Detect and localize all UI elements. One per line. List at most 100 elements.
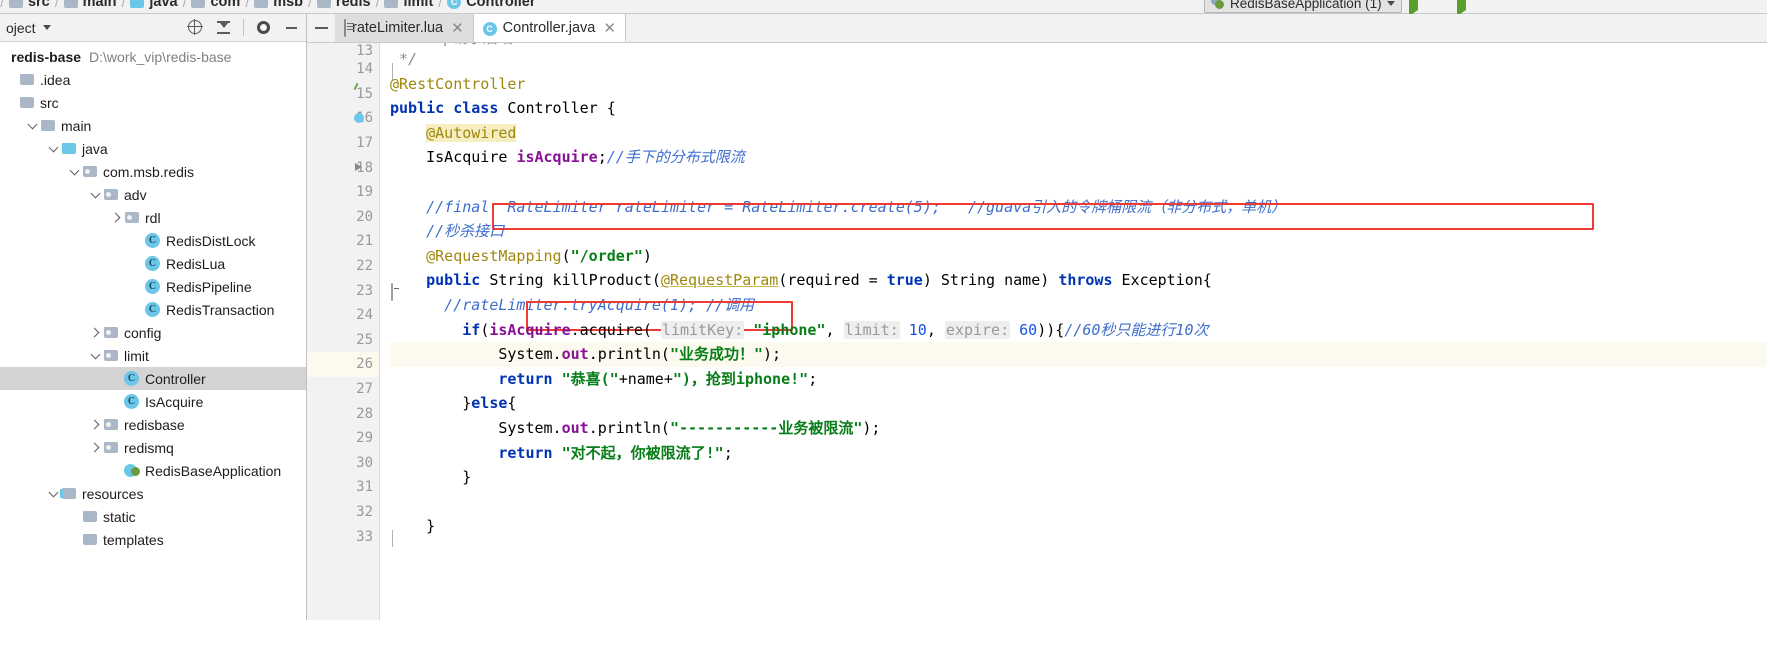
tree-item-main[interactable]: main bbox=[0, 114, 306, 137]
line-number-19[interactable]: 19 bbox=[307, 180, 379, 205]
line-number-16[interactable]: 16 bbox=[307, 106, 379, 131]
hide-tabs-button[interactable] bbox=[307, 14, 335, 42]
code-line-33[interactable]: } bbox=[390, 514, 1767, 539]
tree-item-redisdistlock[interactable]: C RedisDistLock bbox=[0, 229, 306, 252]
line-number-26[interactable]: 26 bbox=[307, 352, 379, 377]
tree-item-redisbaseapplication[interactable]: RedisBaseApplication bbox=[0, 459, 306, 482]
code-line-21[interactable]: //秒杀接口 bbox=[390, 219, 1767, 244]
line-number-21[interactable]: 21 bbox=[307, 229, 379, 254]
breadcrumb-item-controller[interactable]: C Controller bbox=[445, 0, 537, 10]
code-line-22[interactable]: @RequestMapping("/order") bbox=[390, 244, 1767, 269]
editor-tab-ratelimiter-lua[interactable]: rateLimiter.lua ✕ bbox=[335, 14, 474, 42]
chevron-right-icon[interactable] bbox=[88, 326, 102, 340]
code-line-23[interactable]: public String killProduct(@RequestParam(… bbox=[390, 268, 1767, 293]
line-number-24[interactable]: 24 bbox=[307, 303, 379, 328]
editor-tab-controller-java[interactable]: C Controller.java ✕ bbox=[473, 14, 626, 42]
chevron-down-icon[interactable] bbox=[88, 188, 102, 202]
tree-item-templates[interactable]: templates bbox=[0, 528, 306, 551]
spring-bean-icon[interactable] bbox=[349, 109, 367, 127]
code-line-16[interactable]: public class Controller { bbox=[390, 96, 1767, 121]
run-configuration-selector[interactable]: RedisBaseApplication (1) bbox=[1204, 0, 1402, 13]
debug-button[interactable] bbox=[1433, 0, 1450, 12]
line-number-33[interactable]: 33 bbox=[307, 524, 393, 549]
code-line-27[interactable]: return "恭喜("+name+")，抢到iphone!"; bbox=[390, 367, 1767, 392]
chevron-right-icon[interactable] bbox=[88, 418, 102, 432]
collapse-all-icon[interactable] bbox=[215, 19, 232, 36]
chevron-right-icon[interactable] bbox=[109, 211, 123, 225]
tree-item-redislua[interactable]: C RedisLua bbox=[0, 252, 306, 275]
tree-item-static[interactable]: static bbox=[0, 505, 306, 528]
line-number-14[interactable]: 14 bbox=[307, 57, 393, 82]
implements-icon[interactable] bbox=[349, 159, 367, 177]
line-number-23[interactable]: 23 bbox=[307, 278, 393, 303]
settings-gear-icon[interactable] bbox=[255, 19, 272, 36]
tree-item-redismq[interactable]: redismq bbox=[0, 436, 306, 459]
breadcrumb-item-main[interactable]: main bbox=[62, 0, 119, 10]
project-tree[interactable]: redis-base D:\work_vip\redis-base .idea s… bbox=[0, 42, 306, 646]
line-number-28[interactable]: 28 bbox=[307, 401, 379, 426]
tree-item-resources[interactable]: resources bbox=[0, 482, 306, 505]
chevron-down-icon[interactable] bbox=[88, 349, 102, 363]
stop-button[interactable] bbox=[1481, 0, 1498, 12]
chevron-down-icon[interactable] bbox=[46, 142, 60, 156]
tree-item-java[interactable]: java bbox=[0, 137, 306, 160]
tree-item-adv[interactable]: adv bbox=[0, 183, 306, 206]
code-line-30[interactable]: return "对不起，你被限流了!"; bbox=[390, 441, 1767, 466]
tree-item-redispipeline[interactable]: C RedisPipeline bbox=[0, 275, 306, 298]
chevron-down-icon[interactable] bbox=[25, 119, 39, 133]
tree-item-limit[interactable]: limit bbox=[0, 344, 306, 367]
chevron-down-icon[interactable] bbox=[67, 165, 81, 179]
line-number-17[interactable]: 17 bbox=[307, 131, 379, 156]
line-number-22[interactable]: 22 bbox=[307, 254, 379, 279]
code-line-24[interactable]: //rateLimiter.tryAcquire(1); //调用 bbox=[390, 293, 1767, 318]
line-number-27[interactable]: 27 bbox=[307, 377, 379, 402]
code-line-26[interactable]: System.out.println("业务成功！"); bbox=[390, 342, 1767, 367]
line-number-gutter[interactable]: 13 14 15 16 17 18 19 20 21 22 23 24 25 26 27 28 29 30 31 32… bbox=[307, 43, 393, 620]
close-icon[interactable]: ✕ bbox=[603, 19, 616, 37]
code-editor[interactable]: 13 14 15 16 17 18 19 20 21 22 23 24 25 26 27 28 29 30 31 32… bbox=[307, 43, 1767, 620]
breadcrumb-item-src[interactable]: src bbox=[7, 0, 52, 10]
tree-item--idea[interactable]: .idea bbox=[0, 68, 306, 91]
line-number-13[interactable]: 13 bbox=[307, 43, 379, 59]
tree-item-redisbase[interactable]: redisbase bbox=[0, 413, 306, 436]
code-line-31[interactable]: } bbox=[390, 465, 1767, 490]
chevron-down-icon[interactable] bbox=[46, 487, 60, 501]
tree-root-row[interactable]: redis-base D:\work_vip\redis-base bbox=[0, 45, 306, 68]
breadcrumb-item-java[interactable]: java bbox=[128, 0, 179, 10]
run-coverage-button[interactable] bbox=[1456, 0, 1474, 14]
run-arrow-down-icon[interactable] bbox=[1180, 0, 1197, 12]
breadcrumb[interactable]: base/src/main/java/com/msb/redis/limit/C… bbox=[0, 0, 537, 13]
tree-item-controller[interactable]: C Controller bbox=[0, 367, 306, 390]
code-line-20[interactable]: //final RateLimiter rateLimiter = RateLi… bbox=[390, 195, 1767, 220]
code-line-32[interactable] bbox=[390, 490, 1767, 515]
tree-item-config[interactable]: config bbox=[0, 321, 306, 344]
breadcrumb-item-com[interactable]: com bbox=[189, 0, 242, 10]
code-line-28[interactable]: }else{ bbox=[390, 391, 1767, 416]
line-number-29[interactable]: 29 bbox=[307, 426, 379, 451]
code-line-18[interactable]: IsAcquire isAcquire;//手下的分布式限流 bbox=[390, 145, 1767, 170]
code-line-17[interactable]: @Autowired bbox=[390, 121, 1767, 146]
tree-item-redistransaction[interactable]: C RedisTransaction bbox=[0, 298, 306, 321]
tree-item-rdl[interactable]: rdl bbox=[0, 206, 306, 229]
line-number-32[interactable]: 32 bbox=[307, 500, 379, 525]
line-number-31[interactable]: 31 bbox=[307, 475, 379, 500]
breadcrumb-item-limit[interactable]: limit bbox=[382, 0, 435, 10]
code-line-15[interactable]: @RestController bbox=[390, 72, 1767, 97]
code-line-19[interactable] bbox=[390, 170, 1767, 195]
breadcrumb-item-msb[interactable]: msb bbox=[252, 0, 305, 10]
tree-item-com-msb-redis[interactable]: com.msb.redis bbox=[0, 160, 306, 183]
chevron-right-icon[interactable] bbox=[88, 441, 102, 455]
line-number-15[interactable]: 15 bbox=[307, 82, 379, 107]
line-number-25[interactable]: 25 bbox=[307, 328, 379, 353]
editor-tabs[interactable]: rateLimiter.lua ✕ C Controller.java ✕ bbox=[335, 14, 626, 42]
tree-item-src[interactable]: src bbox=[0, 91, 306, 114]
code-line-29[interactable]: System.out.println("-----------业务被限流"); bbox=[390, 416, 1767, 441]
code-line-14[interactable]: */ bbox=[390, 47, 1767, 72]
run-button[interactable] bbox=[1408, 0, 1426, 14]
line-number-18[interactable]: 18 bbox=[307, 155, 379, 180]
bean-icon[interactable] bbox=[349, 85, 367, 103]
tree-item-isacquire[interactable]: C IsAcquire bbox=[0, 390, 306, 413]
line-number-30[interactable]: 30 bbox=[307, 451, 379, 476]
close-icon[interactable]: ✕ bbox=[451, 19, 464, 37]
hide-panel-button[interactable] bbox=[283, 19, 300, 36]
